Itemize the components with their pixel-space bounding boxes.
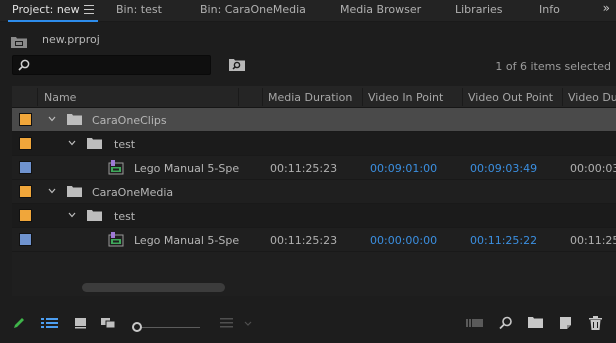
zoom-slider-handle[interactable]	[132, 322, 142, 332]
video-out-point-value[interactable]: 00:09:03:49	[470, 162, 537, 175]
label-color-chip[interactable]	[19, 185, 32, 198]
new-item-icon[interactable]	[559, 316, 573, 330]
tab-project[interactable]: Project: new	[12, 3, 80, 16]
panel-menu-icon[interactable]	[84, 5, 94, 14]
bin-folder-icon	[87, 138, 102, 149]
project-file-name: new.prproj	[42, 33, 100, 46]
item-name: Lego Manual 5-Spe	[134, 162, 240, 175]
item-name: Lego Manual 5-Spe	[134, 234, 240, 247]
bin-folder-icon	[87, 210, 102, 221]
bin-folder-icon	[67, 186, 82, 197]
tab-libraries[interactable]: Libraries	[455, 3, 503, 16]
column-header-media-duration[interactable]: Media Duration	[268, 91, 352, 104]
item-name: CaraOneClips	[92, 114, 167, 127]
active-tab-indicator	[8, 20, 98, 22]
sequence-icon	[108, 232, 124, 247]
label-color-chip[interactable]	[19, 113, 32, 126]
item-name: test	[114, 138, 136, 151]
freeform-view-icon[interactable]	[100, 316, 120, 330]
bottom-toolbar	[0, 306, 616, 338]
video-in-point-value[interactable]: 00:09:01:00	[370, 162, 437, 175]
chevron-down-icon[interactable]	[48, 116, 56, 122]
trash-icon[interactable]	[589, 316, 602, 330]
sort-icon[interactable]	[219, 316, 235, 330]
find-icon[interactable]	[499, 316, 513, 330]
new-bin-icon[interactable]	[528, 316, 543, 329]
list-item-bin[interactable]: test	[12, 132, 616, 156]
column-header-name[interactable]: Name	[44, 91, 76, 104]
icon-view-icon[interactable]	[74, 316, 88, 330]
new-search-bin-icon[interactable]	[229, 58, 245, 71]
label-color-chip[interactable]	[19, 209, 32, 222]
item-name: CaraOneMedia	[92, 186, 174, 199]
label-color-chip[interactable]	[19, 137, 32, 150]
video-duration-value: 00:00:03	[570, 162, 616, 175]
label-color-chip[interactable]	[19, 161, 32, 174]
list-header: Name Media Duration Video In Point Video…	[12, 86, 616, 108]
column-header-video-out-point[interactable]: Video Out Point	[468, 91, 553, 104]
column-header-video-in-point[interactable]: Video In Point	[368, 91, 443, 104]
automate-to-sequence-icon[interactable]	[466, 316, 484, 330]
horizontal-scrollbar[interactable]	[82, 283, 225, 292]
more-tabs-icon[interactable]: »	[603, 1, 610, 15]
zoom-slider-track[interactable]	[141, 327, 200, 328]
list-item-bin[interactable]: CaraOneMedia	[12, 180, 616, 204]
tab-bin-test[interactable]: Bin: test	[116, 3, 162, 16]
search-input[interactable]	[12, 55, 211, 75]
panel-tab-bar: Project: new Bin: test Bin: CaraOneMedia…	[0, 0, 616, 22]
tab-info[interactable]: Info	[539, 3, 560, 16]
sort-chevron-down-icon[interactable]	[244, 316, 252, 330]
chevron-down-icon[interactable]	[68, 212, 76, 218]
label-color-chip[interactable]	[19, 233, 32, 246]
selection-status: 1 of 6 items selected	[495, 60, 611, 73]
media-duration-value: 00:11:25:23	[270, 162, 338, 175]
list-item-sequence[interactable]: Lego Manual 5-Spe 00:11:25:23 00:09:01:0…	[12, 156, 616, 180]
video-in-point-value[interactable]: 00:00:00:00	[370, 234, 437, 247]
list-item-bin[interactable]: test	[12, 204, 616, 228]
chevron-down-icon[interactable]	[68, 140, 76, 146]
project-folder-icon	[11, 37, 27, 48]
pencil-icon[interactable]	[12, 316, 26, 330]
list-item-sequence[interactable]: Lego Manual 5-Spe 00:11:25:23 00:00:00:0…	[12, 228, 616, 252]
sequence-icon	[108, 160, 124, 175]
video-duration-value: 00:11:25	[570, 234, 616, 247]
tab-bin-caraonemedia[interactable]: Bin: CaraOneMedia	[200, 3, 306, 16]
search-icon	[18, 59, 30, 71]
list-item-bin[interactable]: CaraOneClips	[12, 108, 616, 132]
bin-folder-icon	[67, 114, 82, 125]
project-file-row: new.prproj	[0, 28, 616, 52]
column-header-video-duration[interactable]: Video Du	[568, 91, 616, 104]
media-duration-value: 00:11:25:23	[270, 234, 338, 247]
project-item-list: Name Media Duration Video In Point Video…	[12, 86, 616, 296]
item-name: test	[114, 210, 136, 223]
list-view-icon[interactable]	[41, 316, 59, 330]
video-out-point-value[interactable]: 00:11:25:22	[470, 234, 537, 247]
chevron-down-icon[interactable]	[48, 188, 56, 194]
tab-media-browser[interactable]: Media Browser	[340, 3, 421, 16]
